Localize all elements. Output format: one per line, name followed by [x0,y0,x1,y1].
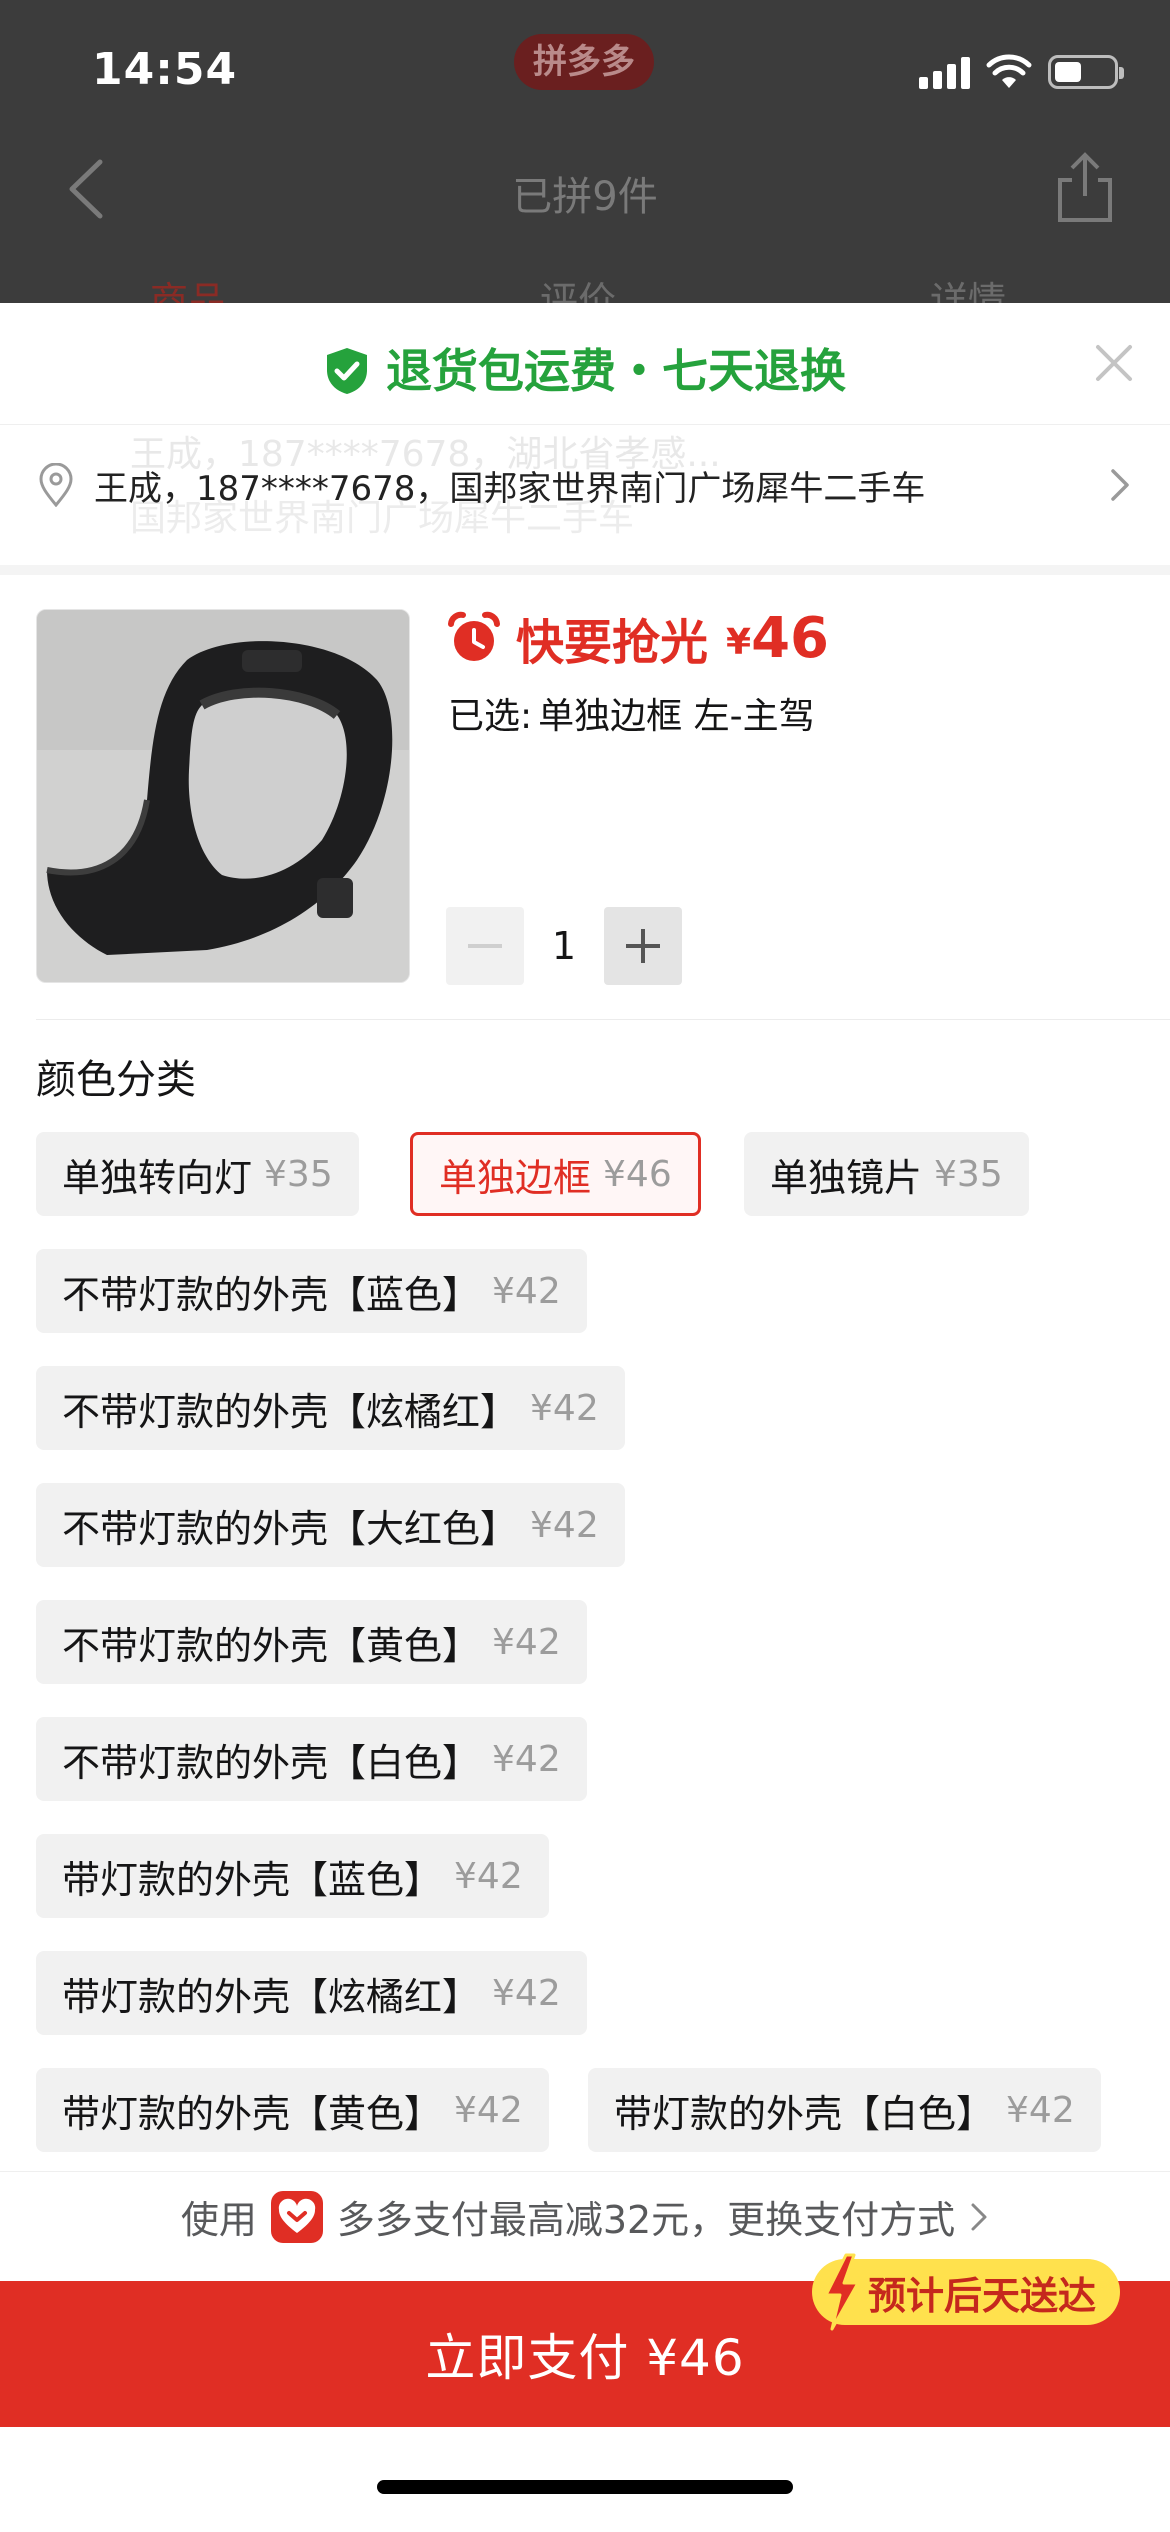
background-tabs: 商品 评价 详情 [0,270,1170,303]
sku-option[interactable]: 不带灯款的外壳【白色】 ¥42 [36,1717,587,1801]
share-icon[interactable] [1052,150,1118,226]
sku-section-title: 颜色分类 [36,1057,196,1103]
wifi-icon [986,54,1032,88]
sku-name: 带灯款的外壳【黄色】 [62,2091,443,2136]
delivery-estimate-badge: 预计后天送达 [812,2253,1121,2331]
sku-name: 不带灯款的外壳【白色】 [62,1740,481,1785]
heart-badge-icon [270,2190,323,2243]
sku-option[interactable]: 带灯款的外壳【炫橘红】 ¥42 [36,1951,587,2035]
sku-sheet: 退货包运费・七天退换 王成，187****7678，湖北省孝感... 国邦家世界… [0,303,1170,2532]
product-image[interactable] [36,609,410,983]
product-photo-mirror-frame [37,610,409,982]
refund-text: 退货包运费・七天退换 [386,344,846,398]
increase-button[interactable] [604,907,682,985]
background-page: 14:54 拼多多 已拼9件 商品 评价 详情 [0,0,1170,303]
alarm-clock-icon [448,611,500,661]
sku-option[interactable]: 不带灯款的外壳【蓝色】 ¥42 [36,1249,587,1333]
sku-name: 不带灯款的外壳【大红色】 [62,1506,519,1551]
payment-method-hint[interactable]: 使用 多多支付最高减32元，更换支付方式 [0,2171,1170,2261]
sku-option-selected[interactable]: 单独边框 ¥46 [410,1132,701,1216]
sku-price: ¥42 [1006,2089,1075,2131]
tab-details: 详情 [930,279,1007,303]
lightning-icon [824,2253,860,2331]
selected-value: 单独边框 左-主驾 [538,696,815,737]
sku-name: 不带灯款的外壳【炫橘红】 [62,1389,519,1434]
divider [36,1019,1170,1020]
selected-sku: 已选: 单独边框 左-主驾 [448,687,815,739]
chevron-right-icon [1111,469,1129,501]
pay-now-label: 立即支付 ¥46 [425,2329,745,2387]
refund-text-wrap: 退货包运费・七天退换 [0,335,1170,401]
decrease-button[interactable] [446,907,524,985]
nav-bar: 已拼9件 [0,140,1170,240]
nav-title: 已拼9件 [512,174,658,220]
minus-icon [468,944,502,948]
sku-option[interactable]: 不带灯款的外壳【炫橘红】 ¥42 [36,1366,625,1450]
product-price: 46 [751,605,830,671]
address-text: 王成，187****7678，国邦家世界南门广场犀牛二手车 [94,469,926,509]
sku-option[interactable]: 单独转向灯 ¥35 [36,1132,359,1216]
sku-price: ¥46 [603,1153,672,1195]
price-line: 快要抢光 ¥ 46 [446,603,829,673]
sku-price: ¥42 [530,1387,599,1429]
section-divider [0,565,1170,575]
chevron-right-icon [971,2203,987,2230]
sku-option[interactable]: 不带灯款的外壳【黄色】 ¥42 [36,1600,587,1684]
sku-name: 不带灯款的外壳【蓝色】 [62,1272,481,1317]
battery-icon [1048,55,1124,89]
status-time: 14:54 [92,44,238,95]
sku-name: 单独转向灯 [62,1155,253,1200]
app-logo: 拼多多 [514,34,654,90]
status-icons [919,50,1124,94]
sku-option[interactable]: 单独镜片 ¥35 [744,1132,1029,1216]
sku-price: ¥42 [530,1504,599,1546]
sku-option[interactable]: 不带灯款的外壳【大红色】 ¥42 [36,1483,625,1567]
sku-name: 单独边框 [439,1155,592,1200]
tab-reviews: 评价 [540,279,617,303]
sku-option[interactable]: 带灯款的外壳【黄色】 ¥42 [36,2068,549,2152]
quantity-stepper: 1 [446,907,682,985]
location-pin-icon [39,463,73,507]
sku-price: ¥42 [454,2089,523,2131]
sku-option[interactable]: 带灯款的外壳【蓝色】 ¥42 [36,1834,549,1918]
sku-price: ¥35 [934,1153,1003,1195]
pay-hint-prefix: 使用 [180,2198,257,2242]
sku-price: ¥42 [492,1621,561,1663]
sku-name: 带灯款的外壳【白色】 [614,2091,995,2136]
sku-name: 不带灯款的外壳【黄色】 [62,1623,481,1668]
sku-price: ¥42 [492,1738,561,1780]
address-row[interactable]: 王成，187****7678，湖北省孝感... 国邦家世界南门广场犀牛二手车 王… [0,425,1170,565]
refund-banner: 退货包运费・七天退换 [0,303,1170,425]
signal-icon [919,55,970,89]
home-indicator [377,2480,793,2494]
status-bar: 14:54 拼多多 [0,0,1170,150]
sku-price: ¥42 [492,1270,561,1312]
sku-price: ¥42 [492,1972,561,2014]
sku-name: 带灯款的外壳【炫橘红】 [62,1974,481,2019]
close-icon[interactable] [1092,341,1136,385]
currency-symbol: ¥ [726,621,752,663]
sku-name: 单独镜片 [770,1155,923,1200]
shield-check-icon [327,347,367,394]
sku-name: 带灯款的外壳【蓝色】 [62,1857,443,1902]
pay-hint-text: 多多支付最高减32元，更换支付方式 [336,2198,956,2242]
tab-goods: 商品 [150,279,227,303]
promo-text: 快要抢光 [516,615,709,671]
selected-label: 已选: [448,696,533,737]
quantity-value[interactable]: 1 [524,924,604,968]
sku-option[interactable]: 带灯款的外壳【白色】 ¥42 [588,2068,1101,2152]
sku-price: ¥42 [454,1855,523,1897]
delivery-text: 预计后天送达 [868,2273,1097,2318]
sku-price: ¥35 [264,1153,333,1195]
